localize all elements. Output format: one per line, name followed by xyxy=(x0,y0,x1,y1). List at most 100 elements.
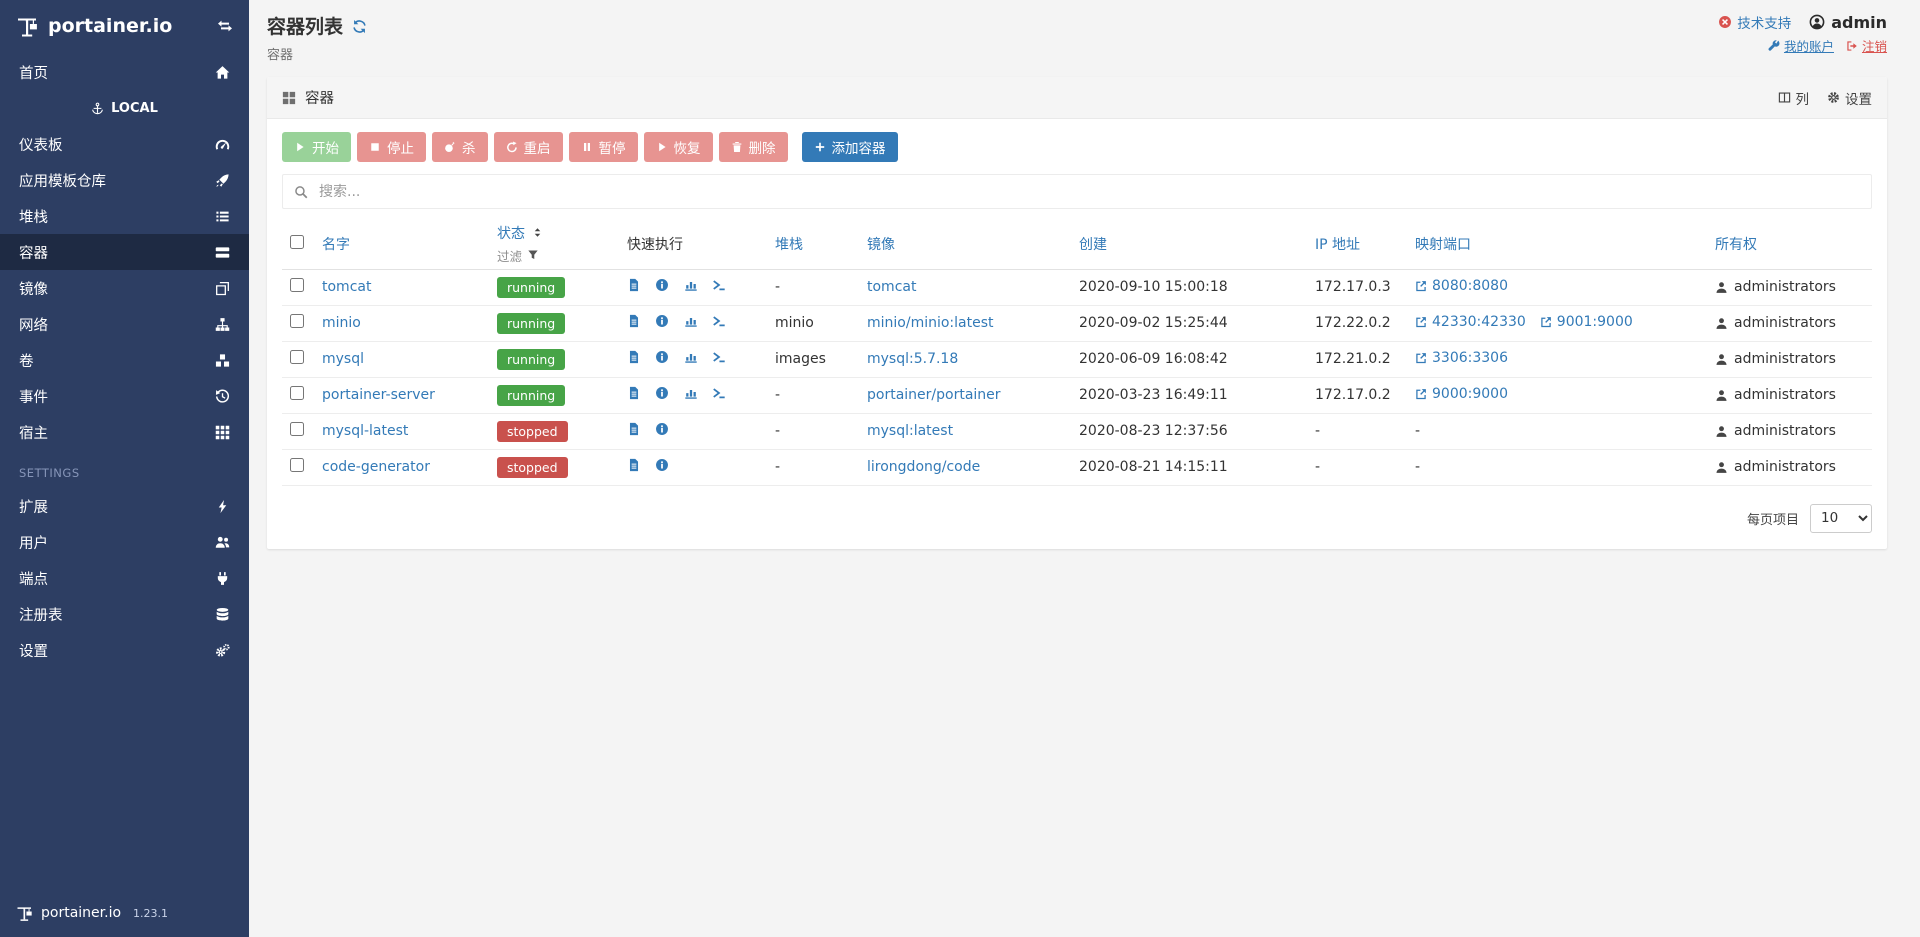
container-name-link[interactable]: mysql xyxy=(322,351,364,367)
sidebar-item-extensions[interactable]: 扩展 xyxy=(0,488,249,524)
port-link[interactable]: 3306:3306 xyxy=(1415,350,1508,366)
inspect-action[interactable] xyxy=(655,422,669,436)
kill-button[interactable]: 杀 xyxy=(432,132,488,162)
sidebar-item-home[interactable]: 首页 xyxy=(0,54,249,90)
sidebar-item-events[interactable]: 事件 xyxy=(0,378,249,414)
row-checkbox[interactable] xyxy=(290,458,304,472)
sort-by-ip[interactable]: IP 地址 xyxy=(1315,237,1360,253)
table-settings-link[interactable]: 设置 xyxy=(1827,88,1872,108)
image-link[interactable]: mysql:5.7.18 xyxy=(867,351,958,367)
sidebar-item-dashboard[interactable]: 仪表板 xyxy=(0,126,249,162)
logs-file-icon xyxy=(627,458,641,472)
remove-button[interactable]: 删除 xyxy=(718,132,788,162)
sidebar-item-containers[interactable]: 容器 xyxy=(0,234,249,270)
created-cell: 2020-06-09 16:08:42 xyxy=(1073,341,1309,378)
container-name-link[interactable]: mysql-latest xyxy=(322,423,408,439)
inspect-action[interactable] xyxy=(655,278,669,292)
image-link[interactable]: minio/minio:latest xyxy=(867,315,994,331)
ip-cell: 172.22.0.2 xyxy=(1309,305,1409,342)
sidebar-toggle[interactable] xyxy=(217,18,233,34)
restart-button[interactable]: 重启 xyxy=(493,132,563,162)
status-badge: stopped xyxy=(497,420,568,442)
bolt-icon xyxy=(215,499,230,514)
ownership-label: administrators xyxy=(1734,279,1836,295)
logs-action[interactable] xyxy=(627,458,641,472)
ownership-user-icon xyxy=(1715,281,1728,294)
sort-by-stack[interactable]: 堆栈 xyxy=(775,237,803,253)
logs-action[interactable] xyxy=(627,314,641,328)
row-checkbox[interactable] xyxy=(290,422,304,436)
inspect-action[interactable] xyxy=(655,350,669,364)
select-all-checkbox[interactable] xyxy=(290,234,304,249)
stats-action[interactable] xyxy=(684,386,698,400)
console-action[interactable] xyxy=(712,350,726,364)
items-per-page-select[interactable]: 10 xyxy=(1810,503,1872,533)
logs-action[interactable] xyxy=(627,278,641,292)
sidebar-item-volumes[interactable]: 卷 xyxy=(0,342,249,378)
inspect-action[interactable] xyxy=(655,458,669,472)
image-link[interactable]: tomcat xyxy=(867,279,916,295)
sitemap-icon xyxy=(215,317,230,332)
container-name-link[interactable]: portainer-server xyxy=(322,387,435,403)
pause-button[interactable]: 暂停 xyxy=(568,132,638,162)
sort-by-image[interactable]: 镜像 xyxy=(867,237,895,253)
refresh-link[interactable] xyxy=(352,15,367,37)
stats-action[interactable] xyxy=(684,278,698,292)
sidebar-item-app-templates[interactable]: 应用模板仓库 xyxy=(0,162,249,198)
sort-by-state[interactable]: 状态 xyxy=(497,223,525,243)
logs-action[interactable] xyxy=(627,350,641,364)
stats-action[interactable] xyxy=(684,314,698,328)
sort-by-ownership[interactable]: 所有权 xyxy=(1715,237,1757,253)
sidebar-item-registries[interactable]: 注册表 xyxy=(0,596,249,632)
image-link[interactable]: mysql:latest xyxy=(867,423,953,439)
console-action[interactable] xyxy=(712,386,726,400)
ownership-user-icon xyxy=(1715,353,1728,366)
sidebar-item-settings[interactable]: 设置 xyxy=(0,632,249,668)
port-link[interactable]: 8080:8080 xyxy=(1415,278,1508,294)
sidebar-item-images[interactable]: 镜像 xyxy=(0,270,249,306)
sort-icon[interactable] xyxy=(531,226,544,239)
container-name-link[interactable]: tomcat xyxy=(322,279,371,295)
my-account-link[interactable]: 我的账户 xyxy=(1768,36,1834,55)
resume-button[interactable]: 恢复 xyxy=(643,132,713,162)
container-name-link[interactable]: minio xyxy=(322,315,361,331)
row-checkbox[interactable] xyxy=(290,350,304,364)
row-checkbox[interactable] xyxy=(290,278,304,292)
add-container-button[interactable]: 添加容器 xyxy=(801,132,898,162)
search-input[interactable] xyxy=(317,182,1860,201)
plus-icon xyxy=(814,141,826,153)
port-link[interactable]: 9000:9000 xyxy=(1415,386,1508,402)
inspect-action[interactable] xyxy=(655,386,669,400)
row-checkbox[interactable] xyxy=(290,314,304,328)
stop-button[interactable]: 停止 xyxy=(357,132,426,162)
state-filter[interactable]: 过滤 xyxy=(497,246,615,265)
console-action[interactable] xyxy=(712,314,726,328)
sidebar-item-users[interactable]: 用户 xyxy=(0,524,249,560)
logout-link[interactable]: 注销 xyxy=(1846,36,1887,55)
sort-by-name[interactable]: 名字 xyxy=(322,237,350,253)
sidebar-item-stacks[interactable]: 堆栈 xyxy=(0,198,249,234)
logs-action[interactable] xyxy=(627,422,641,436)
logs-action[interactable] xyxy=(627,386,641,400)
sidebar-item-networks[interactable]: 网络 xyxy=(0,306,249,342)
stats-action[interactable] xyxy=(684,350,698,364)
sidebar-item-host[interactable]: 宿主 xyxy=(0,414,249,450)
sort-by-created[interactable]: 创建 xyxy=(1079,237,1107,253)
support-link[interactable]: 技术支持 xyxy=(1718,12,1791,32)
page-header: 容器列表 容器 技术支持 admin 我的账户 注销 xyxy=(249,0,1920,69)
start-button[interactable]: 开始 xyxy=(282,132,351,162)
image-link[interactable]: lirongdong/code xyxy=(867,459,980,475)
row-checkbox[interactable] xyxy=(290,386,304,400)
columns-settings-link[interactable]: 列 xyxy=(1778,88,1809,108)
port-link[interactable]: 9001:9000 xyxy=(1540,314,1633,330)
port-link[interactable]: 42330:42330 xyxy=(1415,314,1526,330)
sort-by-ports[interactable]: 映射端口 xyxy=(1415,237,1471,253)
image-link[interactable]: portainer/portainer xyxy=(867,387,1001,403)
sidebar-item-endpoints[interactable]: 端点 xyxy=(0,560,249,596)
container-name-link[interactable]: code-generator xyxy=(322,459,430,475)
console-action[interactable] xyxy=(712,278,726,292)
inspect-action[interactable] xyxy=(655,314,669,328)
filter-icon xyxy=(527,249,539,261)
stack-cell: minio xyxy=(769,305,861,342)
container-actions-toolbar: 开始 停止 杀 重启 暂停 恢复 删除 添加容器 xyxy=(282,132,1872,162)
